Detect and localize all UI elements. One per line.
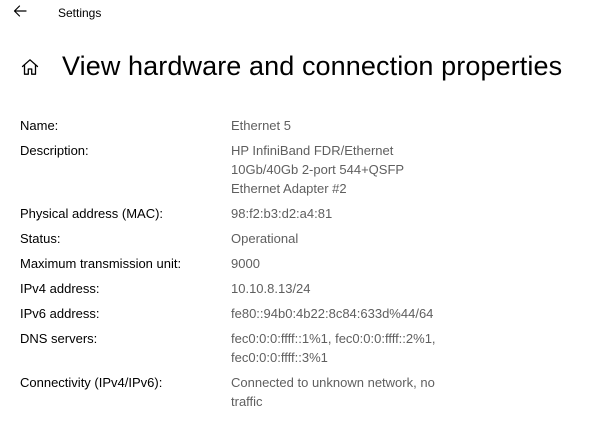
property-label: DNS servers: xyxy=(20,331,98,346)
back-button[interactable] xyxy=(6,0,34,26)
value-line: HP InfiniBand FDR/Ethernet xyxy=(231,143,394,158)
property-row-description: Description: HP InfiniBand FDR/Ethernet … xyxy=(20,141,580,198)
property-value[interactable]: 10.10.8.13/24 xyxy=(231,279,481,298)
property-label: IPv6 address: xyxy=(20,306,100,321)
value-line: traffic xyxy=(231,394,263,409)
value-line: Ethernet 5 xyxy=(231,118,291,133)
property-label: Physical address (MAC): xyxy=(20,206,164,221)
value-line: 10.10.8.13/24 xyxy=(231,281,311,296)
title-bar: Settings xyxy=(0,0,591,28)
property-row-connectivity: Connectivity (IPv4/IPv6): Connected to u… xyxy=(20,373,580,411)
value-line: Connected to unknown network, no xyxy=(231,375,435,390)
property-label: IPv4 address: xyxy=(20,281,100,296)
property-row-mac: Physical address (MAC): 98:f2:b3:d2:a4:8… xyxy=(20,204,580,223)
property-row-mtu: Maximum transmission unit: 9000 xyxy=(20,254,580,273)
properties-list: Name: Ethernet 5 Description: HP InfiniB… xyxy=(20,116,580,417)
value-line: fec0:0:0:ffff::3%1 xyxy=(231,350,328,365)
property-label: Name: xyxy=(20,118,59,133)
value-line: fe80::94b0:4b22:8c84:633d%44/64 xyxy=(231,306,434,321)
app-title: Settings xyxy=(58,6,102,20)
property-row-status: Status: Operational xyxy=(20,229,580,248)
value-line: 10Gb/40Gb 2-port 544+QSFP xyxy=(231,162,405,177)
property-row-dns: DNS servers: fec0:0:0:ffff::1%1, fec0:0:… xyxy=(20,329,580,367)
property-row-ipv4: IPv4 address: 10.10.8.13/24 xyxy=(20,279,580,298)
property-label: Maximum transmission unit: xyxy=(20,256,182,271)
property-value[interactable]: 9000 xyxy=(231,254,481,273)
property-value[interactable]: Operational xyxy=(231,229,481,248)
settings-window: Settings View hardware and connection pr… xyxy=(0,0,591,431)
home-button[interactable] xyxy=(19,58,41,80)
property-value[interactable]: HP InfiniBand FDR/Ethernet 10Gb/40Gb 2-p… xyxy=(231,141,481,198)
property-value[interactable]: fe80::94b0:4b22:8c84:633d%44/64 xyxy=(231,304,481,323)
value-line: 9000 xyxy=(231,256,260,271)
value-line: 98:f2:b3:d2:a4:81 xyxy=(231,206,333,221)
property-label: Connectivity (IPv4/IPv6): xyxy=(20,375,163,390)
value-line: Operational xyxy=(231,231,299,246)
value-line: fec0:0:0:ffff::1%1, fec0:0:0:ffff::2%1, xyxy=(231,331,436,346)
back-arrow-icon xyxy=(12,3,28,24)
property-row-name: Name: Ethernet 5 xyxy=(20,116,580,135)
property-value[interactable]: 98:f2:b3:d2:a4:81 xyxy=(231,204,481,223)
property-label: Description: xyxy=(20,143,89,158)
home-icon xyxy=(20,57,40,82)
property-label: Status: xyxy=(20,231,61,246)
property-value[interactable]: Ethernet 5 xyxy=(231,116,481,135)
page-title: View hardware and connection properties xyxy=(62,51,563,81)
value-line: Ethernet Adapter #2 xyxy=(231,181,347,196)
property-row-ipv6: IPv6 address: fe80::94b0:4b22:8c84:633d%… xyxy=(20,304,580,323)
property-value[interactable]: fec0:0:0:ffff::1%1, fec0:0:0:ffff::2%1, … xyxy=(231,329,481,367)
property-value[interactable]: Connected to unknown network, no traffic xyxy=(231,373,481,411)
